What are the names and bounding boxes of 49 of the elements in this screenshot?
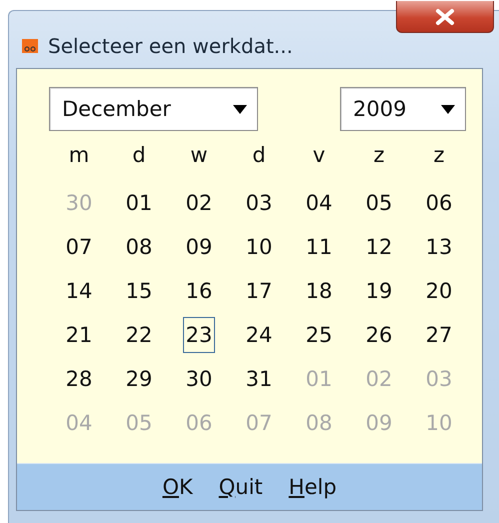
day-cell[interactable]: 08 (122, 229, 156, 265)
weekday-label: d (131, 142, 147, 169)
day-cell[interactable]: 25 (302, 317, 336, 353)
day-cell[interactable]: 06 (422, 185, 456, 221)
dialog-button[interactable]: OK (160, 473, 195, 501)
day-cell[interactable]: 26 (362, 317, 396, 353)
day-cell[interactable]: 20 (422, 273, 456, 309)
close-button[interactable] (396, 1, 494, 33)
day-cell[interactable]: 19 (362, 273, 396, 309)
weekday-label: v (312, 142, 326, 169)
day-cell[interactable]: 15 (122, 273, 156, 309)
day-cell[interactable]: 14 (62, 273, 96, 309)
day-cell[interactable]: 04 (302, 185, 336, 221)
weekday-label: m (68, 142, 90, 169)
day-cell[interactable]: 29 (122, 361, 156, 397)
day-cell[interactable]: 17 (242, 273, 276, 309)
day-cell[interactable]: 12 (362, 229, 396, 265)
app-icon (22, 38, 38, 52)
window-title: Selecteer een werkdat... (48, 34, 293, 58)
weekday-label: d (251, 142, 267, 169)
day-cell[interactable]: 09 (182, 229, 216, 265)
day-cell[interactable]: 13 (422, 229, 456, 265)
close-icon (434, 8, 456, 26)
day-cell[interactable]: 05 (362, 185, 396, 221)
day-cell[interactable]: 23 (182, 317, 216, 353)
dialog-button[interactable]: Quit (216, 473, 265, 501)
caret-icon (233, 104, 247, 114)
day-cell[interactable]: 31 (242, 361, 276, 397)
day-cell[interactable]: 28 (62, 361, 96, 397)
weekday-label: z (432, 142, 446, 169)
day-cell[interactable]: 10 (242, 229, 276, 265)
day-cell[interactable]: 07 (62, 229, 96, 265)
month-dropdown[interactable]: December (49, 87, 258, 131)
weekday-label: w (189, 142, 209, 169)
day-cell[interactable]: 18 (302, 273, 336, 309)
year-dropdown[interactable]: 2009 (340, 87, 466, 131)
day-cell[interactable]: 30 (182, 361, 216, 397)
dialog-button[interactable]: Help (286, 473, 339, 501)
weekday-label: z (372, 142, 386, 169)
day-cell[interactable]: 11 (302, 229, 336, 265)
day-cell[interactable]: 24 (242, 317, 276, 353)
day-cell[interactable]: 02 (182, 185, 216, 221)
day-cell[interactable]: 01 (122, 185, 156, 221)
day-cell[interactable]: 03 (242, 185, 276, 221)
caret-icon (441, 104, 455, 114)
day-cell[interactable]: 27 (422, 317, 456, 353)
day-cell[interactable]: 22 (122, 317, 156, 353)
day-cell[interactable]: 16 (182, 273, 216, 309)
day-cell[interactable]: 21 (62, 317, 96, 353)
